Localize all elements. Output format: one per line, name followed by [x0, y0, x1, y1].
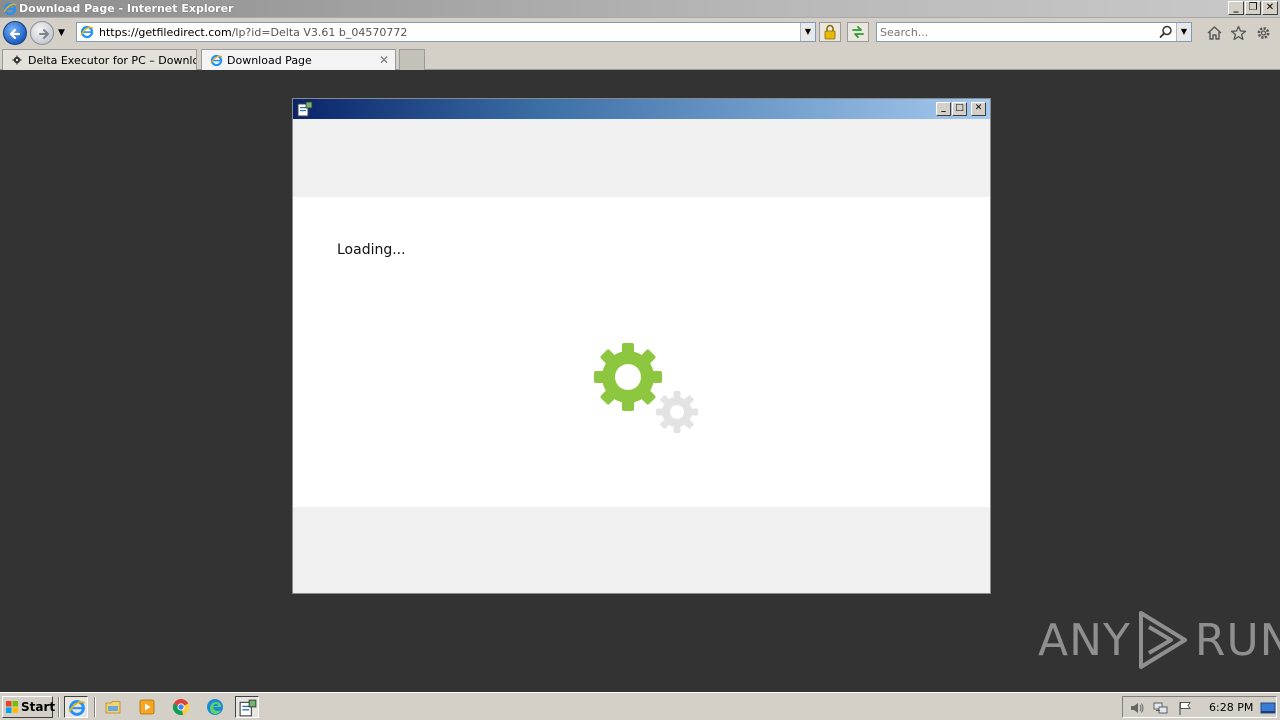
taskbar-separator: [94, 697, 96, 717]
window-title: Download Page - Internet Explorer: [19, 2, 234, 15]
installer-minimize-button[interactable]: _: [936, 102, 951, 116]
search-input[interactable]: [880, 25, 1150, 39]
restore-button[interactable]: ❐: [1245, 1, 1261, 15]
folder-icon: [105, 701, 121, 714]
tab-strip: Delta Executor for PC – Downlo... Downlo…: [0, 48, 1280, 70]
address-path: /lp?id=Delta V3.61 b_04570772: [231, 26, 408, 39]
back-arrow-icon: [9, 28, 21, 40]
lock-icon: [824, 24, 836, 40]
new-tab-button[interactable]: [399, 49, 425, 70]
gear-icon[interactable]: [1255, 25, 1272, 41]
chrome-icon: [172, 699, 190, 715]
ie-tab-icon: [210, 54, 223, 67]
minimize-button[interactable]: _: [1228, 1, 1244, 15]
recent-pages-dropdown[interactable]: ▼: [58, 28, 65, 38]
system-tray: 6:28 PM: [1122, 696, 1277, 718]
taskbar-chrome-button[interactable]: [169, 696, 193, 718]
tab-label: Download Page: [227, 54, 312, 67]
installer-window: _ □ ✕ Loading...: [292, 98, 991, 594]
play-logo-icon: [1138, 611, 1187, 669]
taskbar-ie-button[interactable]: [64, 696, 88, 718]
installer-icon: [239, 699, 257, 717]
taskbar-explorer-button[interactable]: [101, 696, 125, 718]
back-button[interactable]: [3, 21, 27, 45]
ie-icon: [3, 2, 17, 16]
address-dropdown-button[interactable]: ▼: [800, 23, 815, 41]
installer-app-icon: [297, 101, 313, 117]
tab-label: Delta Executor for PC – Downlo...: [28, 54, 197, 67]
taskbar: Start 6:28 PM: [0, 692, 1280, 720]
taskbar-installer-button[interactable]: [235, 696, 259, 718]
loading-gears-icon: [594, 343, 698, 433]
installer-close-button[interactable]: ✕: [971, 102, 986, 116]
installer-title-bar: _ □ ✕: [293, 99, 990, 119]
browser-title-bar: Download Page - Internet Explorer _ ❐ ✕: [0, 0, 1280, 18]
clock[interactable]: 6:28 PM: [1209, 701, 1253, 714]
refresh-button[interactable]: [847, 22, 869, 42]
refresh-icon: [852, 26, 864, 38]
forward-arrow-icon: [39, 29, 49, 39]
security-lock-button[interactable]: [819, 22, 841, 42]
navigation-bar: ▼ https://getfiledirect.com/lp?id=Delta …: [0, 18, 1280, 48]
taskbar-media-player-button[interactable]: [135, 696, 159, 718]
installer-maximize-button[interactable]: □: [952, 102, 967, 116]
watermark-right-text: RUN: [1194, 614, 1280, 666]
address-url[interactable]: https://getfiledirect.com/lp?id=Delta V3…: [99, 26, 407, 39]
tab-close-icon[interactable]: ✕: [379, 53, 389, 67]
installer-content: Loading...: [293, 197, 990, 507]
forward-button[interactable]: [30, 21, 54, 45]
search-icon[interactable]: [1159, 25, 1173, 39]
start-button[interactable]: Start: [2, 696, 56, 718]
search-provider-dropdown[interactable]: ▼: [1176, 23, 1191, 41]
ie-icon: [68, 700, 86, 716]
installer-footer-band: [293, 507, 990, 593]
tab-download-page[interactable]: Download Page ✕: [201, 49, 396, 70]
watermark-left-text: ANY: [1038, 614, 1131, 666]
ie-page-icon: [80, 25, 94, 39]
anyrun-watermark: ANY RUN: [1038, 608, 1280, 672]
home-icon[interactable]: [1206, 25, 1223, 41]
address-domain: https://getfiledirect.com: [99, 26, 232, 39]
volume-icon[interactable]: [1129, 700, 1145, 716]
page-favicon-icon: [12, 55, 22, 65]
installer-header-band: [293, 119, 990, 197]
favorites-star-icon[interactable]: [1230, 25, 1247, 41]
tab-delta-executor[interactable]: Delta Executor for PC – Downlo...: [2, 49, 197, 70]
address-bar[interactable]: https://getfiledirect.com/lp?id=Delta V3…: [76, 22, 816, 42]
media-player-icon: [139, 699, 155, 715]
loading-text: Loading...: [337, 242, 406, 258]
show-desktop-icon[interactable]: [1260, 700, 1276, 716]
start-label: Start: [21, 700, 56, 714]
network-icon[interactable]: [1153, 700, 1169, 716]
windows-logo-icon: [6, 701, 18, 713]
edge-icon: [207, 699, 223, 715]
close-button[interactable]: ✕: [1262, 1, 1278, 15]
taskbar-edge-button[interactable]: [203, 696, 227, 718]
action-center-flag-icon[interactable]: [1177, 700, 1193, 716]
taskbar-separator: [58, 697, 60, 717]
search-box[interactable]: ▼: [876, 22, 1192, 42]
